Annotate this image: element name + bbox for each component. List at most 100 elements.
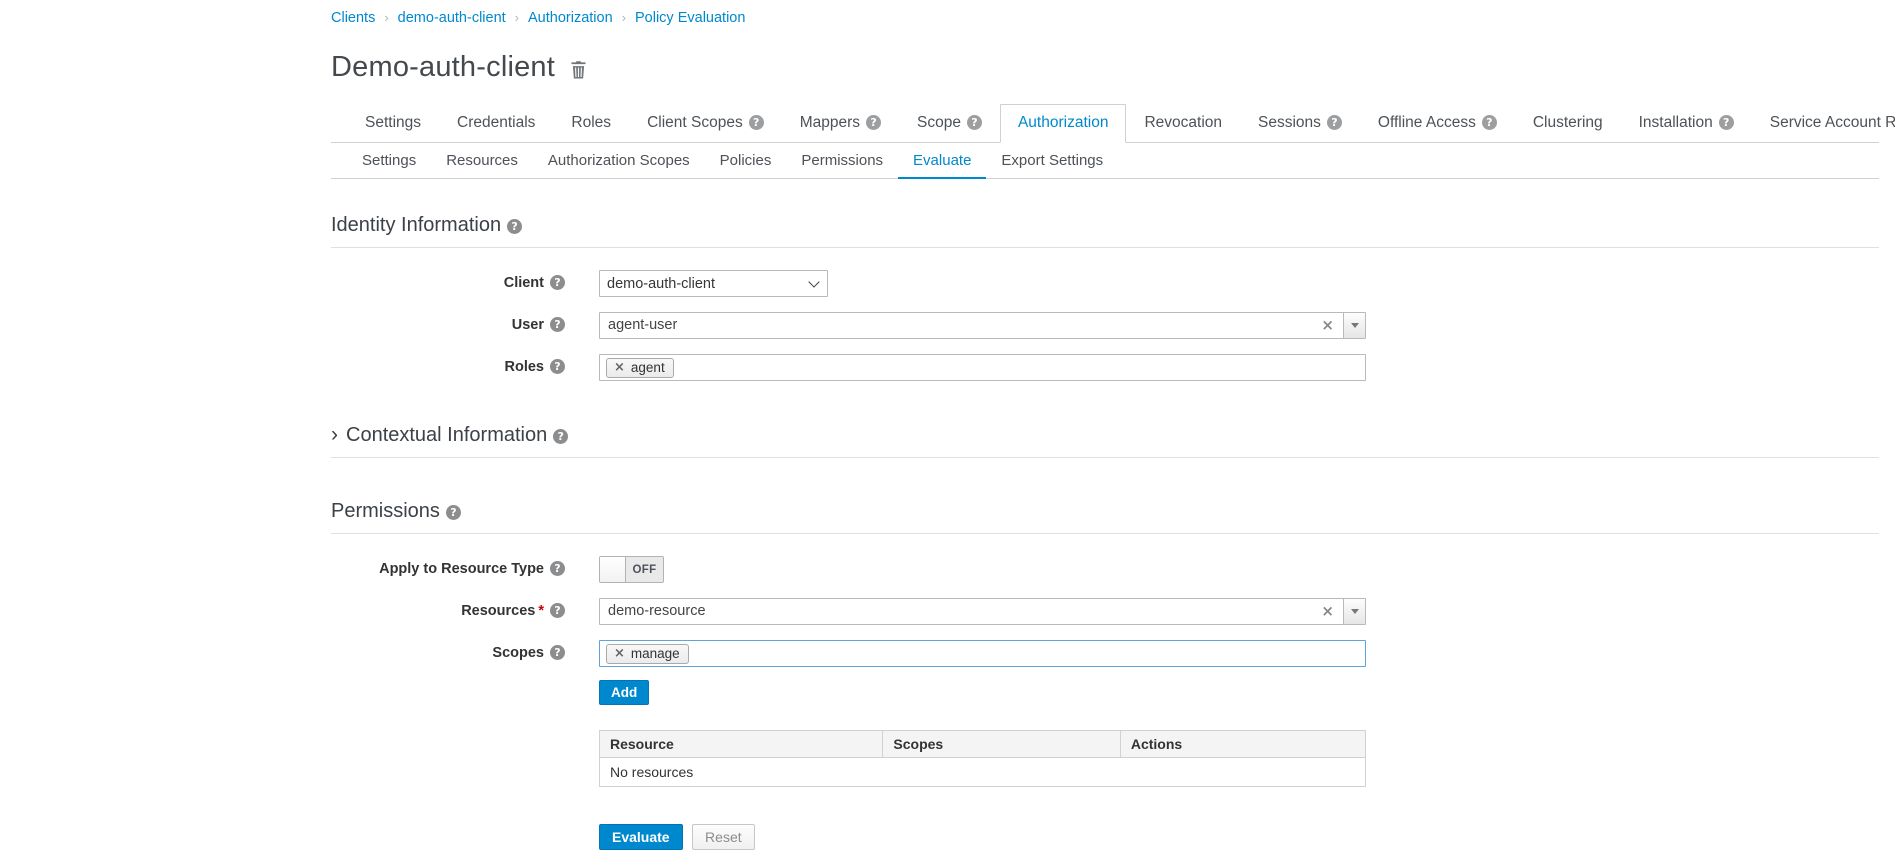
identity-form: Client? demo-auth-client User? agent-use…	[331, 270, 1879, 381]
remove-role-icon[interactable]: ×	[614, 360, 625, 375]
apply-resource-type-label: Apply to Resource Type?	[331, 556, 565, 577]
roles-multiselect[interactable]: × agent	[599, 354, 1366, 381]
breadcrumb-policy-evaluation[interactable]: Policy Evaluation	[635, 10, 745, 26]
label-text: Scopes	[492, 645, 544, 661]
user-value: agent-user	[600, 313, 1315, 338]
breadcrumb-separator: ›	[384, 10, 388, 25]
client-select[interactable]: demo-auth-client	[599, 270, 828, 297]
contextual-information-header[interactable]: ›Contextual Information?	[331, 423, 1879, 458]
breadcrumb-separator: ›	[622, 10, 626, 25]
tab-authorization[interactable]: Authorization	[1000, 104, 1126, 143]
section-title: Identity Information	[331, 214, 501, 236]
resources-dropdown-button[interactable]	[1343, 599, 1365, 624]
subtab-label: Evaluate	[913, 152, 971, 169]
permissions-form: Apply to Resource Type? OFF Resources*? …	[331, 556, 1879, 787]
scopes-row: Scopes? × manage Add Resource Scopes	[331, 640, 1879, 787]
tab-settings[interactable]: Settings	[347, 104, 439, 143]
tab-label: Sessions	[1258, 114, 1321, 131]
user-combobox[interactable]: agent-user ×	[599, 312, 1366, 339]
label-text: Resources	[461, 603, 535, 619]
subtab-settings[interactable]: Settings	[347, 143, 431, 179]
evaluate-button[interactable]: Evaluate	[599, 824, 683, 850]
clear-user-icon[interactable]: ×	[1315, 313, 1343, 338]
tab-scope[interactable]: Scope?	[899, 104, 1000, 143]
footer-actions: Evaluate Reset	[599, 824, 1879, 850]
subtab-export-settings[interactable]: Export Settings	[986, 143, 1118, 179]
toggle-state-label: OFF	[626, 557, 663, 582]
subtab-policies[interactable]: Policies	[705, 143, 787, 179]
subtab-label: Export Settings	[1001, 152, 1103, 169]
clear-resource-icon[interactable]: ×	[1315, 599, 1343, 624]
help-icon: ?	[550, 359, 565, 374]
add-button[interactable]: Add	[599, 680, 649, 705]
role-tag-label: agent	[631, 360, 665, 375]
tab-label: Clustering	[1533, 114, 1603, 131]
help-icon: ?	[1719, 115, 1734, 130]
help-icon: ?	[550, 603, 565, 618]
help-icon: ?	[550, 275, 565, 290]
tab-sessions[interactable]: Sessions?	[1240, 104, 1360, 143]
apply-resource-type-toggle[interactable]: OFF	[599, 556, 664, 583]
caret-down-icon	[1351, 323, 1359, 328]
help-icon: ?	[749, 115, 764, 130]
column-scopes: Scopes	[883, 731, 1120, 758]
tab-revocation[interactable]: Revocation	[1126, 104, 1240, 143]
tab-label: Client Scopes	[647, 114, 743, 131]
breadcrumb-separator: ›	[515, 10, 519, 25]
column-resource: Resource	[600, 731, 883, 758]
tab-roles[interactable]: Roles	[553, 104, 629, 143]
page-header: Demo-auth-client	[331, 51, 1879, 84]
tab-label: Offline Access	[1378, 114, 1476, 131]
help-icon: ?	[967, 115, 982, 130]
subtab-resources[interactable]: Resources	[431, 143, 533, 179]
label-text: Apply to Resource Type	[379, 561, 544, 577]
scope-tag-manage: × manage	[606, 644, 689, 664]
tab-offline-access[interactable]: Offline Access?	[1360, 104, 1515, 143]
resources-value: demo-resource	[600, 599, 1315, 624]
toggle-knob	[600, 557, 626, 582]
scopes-label: Scopes?	[331, 640, 565, 661]
permissions-header: Permissions?	[331, 500, 1879, 534]
help-icon: ?	[446, 505, 461, 520]
subtab-label: Permissions	[801, 152, 883, 169]
breadcrumb-clients[interactable]: Clients	[331, 10, 375, 26]
scope-tag-label: manage	[631, 646, 680, 661]
empty-table-message: No resources	[600, 758, 1366, 787]
tab-installation[interactable]: Installation?	[1621, 104, 1752, 143]
remove-scope-icon[interactable]: ×	[614, 646, 625, 661]
subtab-evaluate[interactable]: Evaluate	[898, 143, 986, 179]
table-header-row: Resource Scopes Actions	[600, 731, 1366, 758]
subtab-authorization-scopes[interactable]: Authorization Scopes	[533, 143, 705, 179]
roles-label: Roles?	[331, 354, 565, 375]
tab-label: Authorization	[1018, 114, 1108, 131]
breadcrumb-demo-auth-client[interactable]: demo-auth-client	[398, 10, 506, 26]
tab-label: Scope	[917, 114, 961, 131]
tab-credentials[interactable]: Credentials	[439, 104, 553, 143]
user-dropdown-button[interactable]	[1343, 313, 1365, 338]
resources-combobox[interactable]: demo-resource ×	[599, 598, 1366, 625]
subtab-label: Resources	[446, 152, 518, 169]
reset-button[interactable]: Reset	[692, 824, 755, 850]
help-icon: ?	[1482, 115, 1497, 130]
roles-row: Roles? × agent	[331, 354, 1879, 381]
delete-client-button[interactable]	[570, 60, 587, 80]
authorization-subtabs: Settings Resources Authorization Scopes …	[331, 143, 1879, 179]
chevron-right-icon: ›	[331, 423, 338, 446]
resources-table: Resource Scopes Actions No resources	[599, 730, 1366, 787]
help-icon: ?	[550, 317, 565, 332]
subtab-permissions[interactable]: Permissions	[786, 143, 898, 179]
column-actions: Actions	[1120, 731, 1365, 758]
tab-service-account-roles[interactable]: Service Account Roles?	[1752, 104, 1895, 143]
tab-client-scopes[interactable]: Client Scopes?	[629, 104, 782, 143]
client-row: Client? demo-auth-client	[331, 270, 1879, 297]
policy-evaluation-page: Clients › demo-auth-client › Authorization › P…	[331, 0, 1879, 850]
label-text: Roles	[505, 359, 545, 375]
tab-mappers[interactable]: Mappers?	[782, 104, 899, 143]
tab-clustering[interactable]: Clustering	[1515, 104, 1621, 143]
scopes-multiselect[interactable]: × manage	[599, 640, 1366, 667]
breadcrumb-authorization[interactable]: Authorization	[528, 10, 613, 26]
apply-resource-type-row: Apply to Resource Type? OFF	[331, 556, 1879, 583]
resources-label: Resources*?	[331, 598, 565, 619]
client-label: Client?	[331, 270, 565, 291]
tab-label: Service Account Roles	[1770, 114, 1895, 131]
